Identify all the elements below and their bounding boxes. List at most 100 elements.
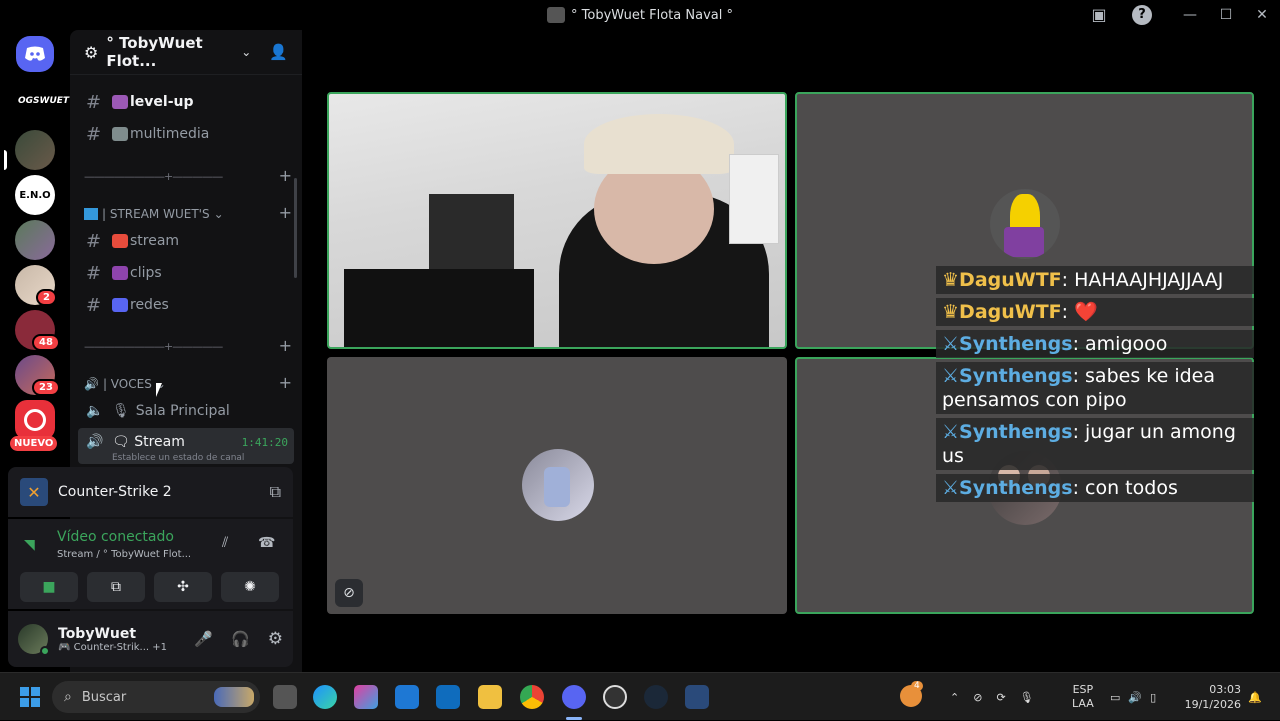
file-explorer-icon[interactable] bbox=[478, 685, 502, 709]
add-channel-icon[interactable]: + bbox=[279, 373, 292, 392]
store-icon[interactable] bbox=[395, 685, 419, 709]
online-status-icon bbox=[40, 646, 50, 656]
microphone-emoji-icon: 🎙 bbox=[112, 403, 130, 419]
channel-level-up[interactable]: # level-up bbox=[78, 87, 294, 117]
activities-button[interactable]: ✣ bbox=[154, 572, 212, 602]
channel-stream[interactable]: # stream bbox=[78, 226, 294, 256]
quick-settings[interactable]: ▭ 🔊 ▯ bbox=[1110, 673, 1156, 721]
video-tile-user-3[interactable]: ⊘ bbox=[327, 357, 787, 614]
search-placeholder: Buscar bbox=[81, 689, 127, 705]
game-name: Counter-Strike 2 bbox=[58, 484, 172, 500]
signal-icon[interactable]: ◥ bbox=[24, 537, 35, 553]
scrollbar[interactable] bbox=[294, 178, 297, 278]
voice-channel-stream[interactable]: 🔊 🗨 Stream 1:41:20 Establece un estado d… bbox=[78, 428, 294, 464]
chat-overlay: ♛DaguWTF: HAHAAJHJAJJAAJ ♛DaguWTF: ❤️ ⚔S… bbox=[936, 266, 1254, 506]
add-channel-icon[interactable]: + bbox=[279, 336, 292, 355]
chrome-icon[interactable] bbox=[520, 685, 544, 709]
notifications-icon[interactable]: 🔔 bbox=[1248, 673, 1262, 721]
language-indicator[interactable]: ESP LAA bbox=[1072, 673, 1094, 721]
windows-start-icon[interactable] bbox=[20, 687, 40, 707]
clock[interactable]: 03:03 19/1/2026 bbox=[1183, 673, 1241, 721]
video-tile-camera[interactable] bbox=[327, 92, 787, 349]
category-stream[interactable]: | STREAM WUET'S ⌄ bbox=[84, 207, 290, 221]
disconnect-icon[interactable]: ☎ bbox=[258, 535, 275, 551]
hash-icon: # bbox=[86, 91, 102, 113]
user-info[interactable]: TobyWuet 🎮 Counter-Strik... +1 bbox=[58, 626, 194, 653]
emoji-icon bbox=[112, 95, 128, 109]
channel-redes[interactable]: # redes bbox=[78, 290, 294, 320]
maximize-icon[interactable]: ☐ bbox=[1208, 7, 1244, 23]
app-icon[interactable] bbox=[603, 685, 627, 709]
copilot-icon[interactable] bbox=[354, 685, 378, 709]
server-icon-4[interactable] bbox=[15, 220, 55, 260]
channel-status[interactable]: Establece un estado de canal bbox=[112, 453, 244, 463]
separator: ————————+————— bbox=[84, 340, 223, 353]
gear-icon: ⚙ bbox=[84, 42, 99, 62]
speaker-icon: 🔈 bbox=[86, 403, 104, 419]
settings-icon[interactable]: ⚙ bbox=[268, 629, 283, 649]
server-icon-ogswuet[interactable]: OGSWUET bbox=[18, 96, 69, 106]
video-off-icon[interactable]: ⊘ bbox=[335, 579, 363, 607]
minimize-icon[interactable]: — bbox=[1172, 7, 1208, 23]
soundboard-button[interactable]: ✺ bbox=[221, 572, 279, 602]
discord-taskbar-icon[interactable] bbox=[562, 685, 586, 709]
window-controls: — ☐ ✕ bbox=[1172, 0, 1280, 30]
task-view-icon[interactable] bbox=[273, 685, 297, 709]
user-panel: TobyWuet 🎮 Counter-Strik... +1 🎤 🎧 ⚙ bbox=[8, 611, 293, 667]
channel-clips[interactable]: # clips bbox=[78, 258, 294, 288]
category-voices[interactable]: 🔊 | VOCES ⌄ bbox=[84, 377, 290, 391]
camera-icon bbox=[112, 127, 128, 141]
network-off-icon[interactable]: ⊘ bbox=[973, 691, 982, 704]
taskbar-search[interactable]: ⌕ Buscar bbox=[52, 681, 260, 713]
microphone-icon[interactable]: 🎤 bbox=[194, 630, 213, 648]
screen-share-button[interactable]: ⧉ bbox=[87, 572, 145, 602]
voice-location[interactable]: Stream / ° TobyWuet Flot... bbox=[57, 549, 191, 560]
inbox-icon[interactable]: ▣ bbox=[1089, 5, 1109, 25]
avatar[interactable] bbox=[18, 624, 50, 656]
add-member-icon[interactable]: 👤 bbox=[269, 43, 288, 61]
new-badge: NUEVO bbox=[10, 436, 58, 451]
microphone-icon[interactable]: 🎙 bbox=[1020, 691, 1034, 704]
screen-share-icon[interactable]: ⧉ bbox=[270, 482, 281, 502]
windows-taskbar: ⌕ Buscar 4 ⌃ ⊘ ⟳ 🎙 ESP LAA ▭ 🔊 ▯ 03:03 1… bbox=[0, 672, 1280, 720]
discord-home-icon[interactable] bbox=[16, 36, 54, 72]
noise-suppression-icon[interactable]: ⫽ bbox=[222, 535, 228, 551]
speaker-active-icon: 🔊 bbox=[86, 434, 104, 450]
outlook-icon[interactable] bbox=[436, 685, 460, 709]
hash-icon: # bbox=[86, 262, 102, 284]
category-label: | STREAM WUET'S bbox=[102, 207, 210, 221]
siren-icon bbox=[112, 234, 128, 248]
chat-message: ♛DaguWTF: ❤️ bbox=[936, 298, 1254, 326]
channel-label: Sala Principal bbox=[135, 403, 230, 419]
active-server-pill bbox=[4, 150, 7, 170]
network-icon bbox=[112, 298, 128, 312]
headphones-icon[interactable]: 🎧 bbox=[231, 630, 250, 648]
steam-icon[interactable] bbox=[644, 685, 668, 709]
speaker-icon: 🔊 bbox=[84, 377, 99, 391]
server-header[interactable]: ⚙ ° TobyWuet Flot... ⌄ 👤 bbox=[70, 30, 302, 75]
help-icon[interactable]: ? bbox=[1132, 5, 1152, 25]
username: TobyWuet bbox=[58, 625, 137, 642]
channel-timer: 1:41:20 bbox=[241, 436, 288, 449]
chevron-up-icon[interactable]: ⌃ bbox=[950, 691, 959, 704]
channel-label: level-up bbox=[130, 94, 194, 110]
camera-icon: ■ bbox=[42, 579, 56, 595]
search-highlight-icon bbox=[214, 687, 254, 707]
voice-status[interactable]: Vídeo conectado bbox=[57, 529, 174, 545]
server-icon-8[interactable] bbox=[15, 400, 55, 440]
sync-icon[interactable]: ⟳ bbox=[996, 691, 1005, 704]
add-channel-icon[interactable]: + bbox=[279, 166, 292, 185]
camera-button[interactable]: ■ bbox=[20, 572, 78, 602]
screen-share-icon: ⧉ bbox=[111, 579, 121, 595]
cs2-taskbar-icon[interactable] bbox=[685, 685, 709, 709]
server-icon-eno[interactable]: E.N.O bbox=[15, 175, 55, 215]
edge-icon[interactable] bbox=[313, 685, 337, 709]
voice-channel-sala-principal[interactable]: 🔈 🎙 Sala Principal bbox=[78, 396, 294, 426]
battery-icon: ▯ bbox=[1150, 690, 1157, 704]
server-icon-2[interactable] bbox=[15, 130, 55, 170]
add-channel-icon[interactable]: + bbox=[279, 203, 292, 222]
category-label: | VOCES bbox=[102, 377, 152, 391]
category-icon bbox=[84, 208, 98, 220]
close-icon[interactable]: ✕ bbox=[1244, 7, 1280, 23]
channel-multimedia[interactable]: # multimedia bbox=[78, 119, 294, 149]
